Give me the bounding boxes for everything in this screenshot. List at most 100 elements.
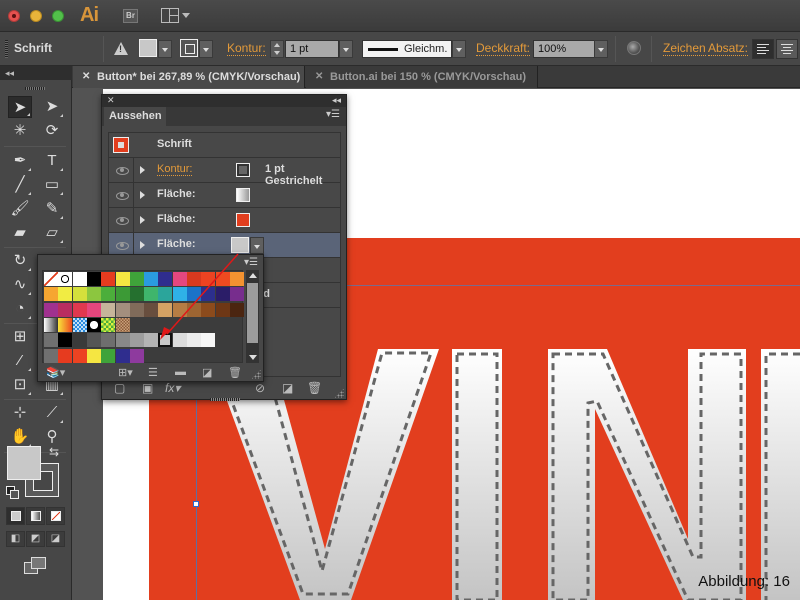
shape-builder-tool[interactable]: ◔ [8, 298, 32, 320]
swatch[interactable] [86, 348, 101, 363]
gradient-mode-button[interactable] [26, 507, 45, 525]
panel-titlebar[interactable]: ✕ ◂◂ [102, 95, 346, 107]
swatch[interactable] [44, 272, 58, 286]
swatch[interactable] [172, 272, 187, 286]
magic-wand-tool[interactable]: ✳ [8, 120, 32, 142]
fill-color-swatch[interactable] [139, 39, 157, 57]
swatch[interactable] [58, 272, 73, 286]
new-swatch-icon[interactable]: ◪ [202, 366, 212, 379]
anchor-point-handle[interactable] [193, 501, 199, 507]
swatch[interactable] [158, 302, 173, 317]
new-fill-icon[interactable]: ▣ [142, 381, 153, 395]
lasso-tool[interactable]: ⟳ [40, 120, 64, 142]
swatch[interactable] [72, 348, 87, 363]
swatch[interactable] [144, 287, 159, 302]
stroke-link[interactable]: Kontur: [157, 163, 193, 176]
pen-tool[interactable]: ✒ [8, 150, 32, 172]
pencil-tool[interactable]: ✎ [40, 198, 64, 220]
new-stroke-icon[interactable]: ▢ [114, 381, 125, 395]
align-left-button[interactable] [752, 39, 774, 59]
draw-normal-button[interactable]: ◧ [6, 531, 25, 547]
eyedropper-tool[interactable]: ⁄ [8, 350, 32, 372]
collapse-panel-icon[interactable]: ◂◂ [0, 66, 72, 80]
close-icon[interactable]: ✕ [107, 95, 115, 106]
stroke-weight-dropdown[interactable] [339, 40, 353, 58]
swatch[interactable] [115, 348, 130, 363]
close-tab-icon[interactable]: ✕ [82, 66, 90, 88]
close-tab-icon[interactable]: ✕ [315, 66, 323, 88]
direct-selection-tool[interactable]: ➤ [40, 96, 64, 118]
duplicate-item-icon[interactable]: ◪ [282, 381, 293, 395]
clear-appearance-icon[interactable]: ⊘ [255, 381, 265, 395]
bridge-button[interactable]: Br [123, 9, 138, 23]
swatch[interactable] [44, 317, 58, 332]
swatch[interactable] [58, 333, 73, 348]
swatch[interactable] [144, 333, 159, 348]
swatch[interactable] [229, 287, 244, 302]
opacity-panel-link[interactable]: Deckkraft: [476, 42, 531, 56]
swatch[interactable] [86, 317, 101, 332]
slice-tool[interactable]: ⟋ [40, 402, 64, 424]
swatch[interactable] [101, 317, 116, 332]
appearance-row-stroke[interactable]: Kontur: 1 pt Gestrichelt [109, 158, 340, 187]
minimize-window-button[interactable] [30, 10, 42, 22]
delete-icon[interactable]: 🗑 [228, 366, 242, 379]
swatch[interactable] [187, 287, 201, 302]
swatch-selected[interactable] [158, 333, 173, 348]
swatch[interactable] [229, 302, 244, 317]
control-bar-grip[interactable] [5, 40, 8, 58]
swatch[interactable] [129, 272, 144, 286]
maximize-window-button[interactable] [52, 10, 64, 22]
disclosure-triangle-icon[interactable] [140, 216, 145, 224]
swatch[interactable] [158, 287, 173, 302]
rectangle-tool[interactable]: ▭ [40, 174, 64, 196]
selection-tool[interactable]: ➤ [8, 96, 32, 118]
mesh-tool[interactable]: ⊞ [8, 326, 32, 348]
resize-grip[interactable] [251, 369, 261, 379]
disclosure-triangle-icon[interactable] [140, 191, 145, 199]
swatch[interactable] [144, 302, 159, 317]
appearance-row-fill[interactable]: Fläche: [109, 208, 340, 233]
eye-icon[interactable] [109, 158, 134, 182]
color-mode-button[interactable] [6, 507, 25, 525]
swatch[interactable] [215, 272, 230, 286]
draw-inside-button[interactable]: ◪ [46, 531, 65, 547]
color-group-folder-icon[interactable] [44, 333, 58, 348]
panel-menu-icon[interactable]: ▾☰ [326, 109, 340, 120]
swatch[interactable] [172, 287, 187, 302]
scroll-up-icon[interactable] [249, 273, 257, 278]
eraser-tool[interactable]: ▱ [40, 222, 64, 244]
panel-menu-icon[interactable]: ▾☰ [244, 257, 258, 268]
color-group-folder-icon[interactable] [44, 348, 58, 363]
swatch[interactable] [72, 333, 87, 348]
rotate-tool[interactable]: ↻ [8, 250, 32, 272]
swatch-library-icon[interactable]: 📚▾ [46, 366, 65, 379]
new-color-group-icon[interactable]: ▬ [175, 366, 186, 378]
chevron-down-icon[interactable] [182, 13, 190, 18]
blob-brush-tool[interactable]: ▰ [8, 222, 32, 244]
tab-button-ai-document[interactable]: ✕ Button.ai bei 150 % (CMYK/Vorschau) [306, 66, 538, 88]
swatch[interactable] [172, 333, 187, 348]
symbol-sprayer-tool[interactable]: ⊡ [8, 374, 32, 396]
swatch[interactable] [72, 302, 87, 317]
swatch[interactable] [201, 302, 216, 317]
stroke-style-select[interactable]: Gleichm. [362, 40, 452, 58]
swatch-options-icon[interactable]: ☰ [148, 366, 158, 379]
swatch[interactable] [201, 272, 216, 286]
scrollbar-thumb[interactable] [247, 283, 258, 343]
swatch[interactable] [201, 287, 216, 302]
screen-mode-icon[interactable] [24, 557, 46, 574]
stroke-style-dropdown[interactable] [452, 40, 466, 58]
disclosure-triangle-icon[interactable] [140, 166, 145, 174]
swatch[interactable] [129, 287, 144, 302]
swatch[interactable] [58, 348, 73, 363]
fill-swatch-gray[interactable] [231, 237, 249, 253]
character-panel-link[interactable]: Zeichen [663, 42, 706, 56]
paragraph-panel-link[interactable]: Absatz: [708, 42, 749, 56]
swatch[interactable] [229, 272, 244, 286]
panel-grip[interactable] [25, 87, 45, 90]
hand-tool[interactable]: ✋ [8, 426, 32, 448]
swatch[interactable] [129, 333, 144, 348]
close-window-button[interactable] [8, 10, 20, 22]
swatch[interactable] [129, 348, 144, 363]
